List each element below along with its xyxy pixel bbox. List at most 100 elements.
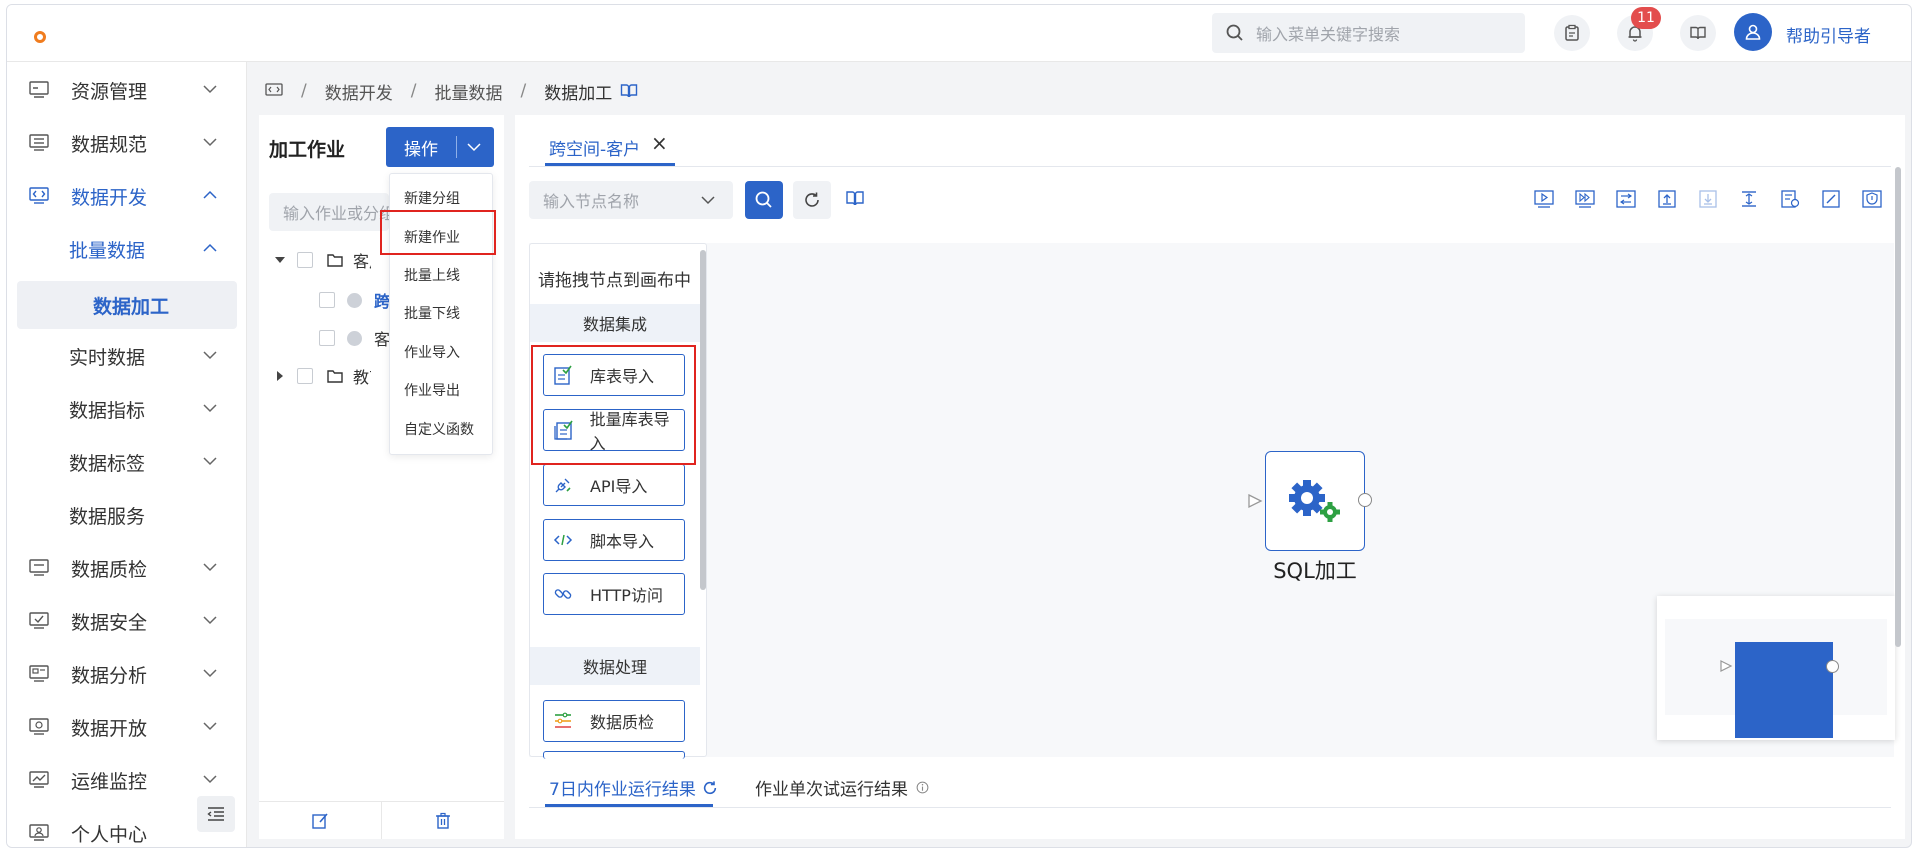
sidebar-collapse-button[interactable] — [197, 796, 235, 832]
node-search-button[interactable] — [745, 181, 783, 219]
palette-node-script-import[interactable]: 脚本导入 — [543, 519, 685, 561]
edit-button[interactable] — [259, 802, 382, 839]
tree-checkbox[interactable] — [297, 252, 313, 268]
tree-job-row[interactable]: 客户 — [259, 323, 392, 353]
app-frame: 输入菜单关键字搜索 11 帮助引导者 资源管理 数据规范 数据开发 批量数据 数… — [6, 4, 1912, 848]
chevron-down-icon — [203, 351, 217, 360]
quality-bars-icon — [552, 710, 574, 732]
run-icon[interactable] — [1532, 187, 1556, 211]
palette-node-api-import[interactable]: API导入 — [543, 464, 685, 506]
book-open-icon — [1690, 26, 1706, 40]
refresh-icon — [805, 192, 819, 207]
output-port-icon[interactable] — [1358, 493, 1372, 507]
sidebar-item-resource[interactable]: 资源管理 — [7, 68, 247, 112]
line-chart-icon — [29, 771, 49, 788]
palette-node-label: 脚本导入 — [590, 532, 655, 551]
tab-active[interactable]: 跨空间-客户 — [549, 135, 640, 160]
input-port-icon[interactable] — [1247, 493, 1263, 509]
flow-canvas[interactable]: 请拖拽节点到画布中 数据集成 库表导入 批量库表导入 API导入 脚本导入 HT… — [529, 243, 1895, 759]
tree-group-row[interactable]: 教育 — [259, 361, 371, 391]
sidebar-item-analysis[interactable]: 数据分析 — [7, 652, 247, 696]
run-all-icon[interactable] — [1573, 187, 1597, 211]
tree-job-row[interactable]: 跨空间-客户 — [259, 285, 392, 315]
align-icon[interactable] — [1737, 187, 1761, 211]
close-icon[interactable]: × — [651, 131, 668, 155]
book-open-icon[interactable] — [620, 83, 638, 99]
sidebar-item-development[interactable]: 数据开发 — [7, 174, 247, 218]
sidebar-item-open[interactable]: 数据开放 — [7, 705, 247, 749]
tree-checkbox[interactable] — [297, 368, 313, 384]
chevron-down-icon — [203, 669, 217, 678]
sidebar-item-security[interactable]: 数据安全 — [7, 599, 247, 643]
tree-label: 客户 — [353, 252, 371, 271]
caret-down-icon[interactable] — [275, 255, 285, 265]
operate-button[interactable]: 操作 — [386, 127, 494, 167]
tab-run-results-7d[interactable]: 7日内作业运行结果 — [549, 775, 718, 800]
minimap[interactable] — [1657, 596, 1895, 740]
palette-node-label: API导入 — [590, 477, 648, 496]
shield-icon[interactable] — [1860, 187, 1884, 211]
palette-node-data-quality[interactable]: 数据质检 — [543, 700, 685, 742]
info-icon — [916, 781, 929, 794]
breadcrumb-item[interactable]: 批量数据 — [434, 79, 502, 104]
caret-right-icon[interactable] — [275, 371, 285, 381]
tree-group-row[interactable]: 客户 — [259, 245, 371, 275]
menu-item-batch-offline[interactable]: 批量下线 — [404, 303, 460, 323]
tab-trial-run-result[interactable]: 作业单次试运行结果 — [755, 775, 929, 800]
sidebar-item-label: 数据分析 — [71, 664, 148, 687]
chevron-down-icon — [203, 722, 217, 731]
sidebar-item-label: 数据加工 — [93, 295, 170, 318]
sidebar-item-label: 批量数据 — [69, 239, 146, 262]
user-icon — [1745, 24, 1761, 40]
schedule-icon[interactable] — [1778, 187, 1802, 211]
workspace: 跨空间-客户 × 输入节点名称 请拖拽节点到画布中 数据集成 库表导入 批量库表… — [515, 115, 1905, 839]
sidebar-item-indicator[interactable]: 数据指标 — [7, 387, 247, 431]
manual-button[interactable] — [1680, 15, 1716, 51]
sidebar-item-quality[interactable]: 数据质检 — [7, 546, 247, 590]
notification-badge: 11 — [1631, 7, 1661, 29]
sidebar-item-standard[interactable]: 数据规范 — [7, 121, 247, 165]
clipboard-button[interactable] — [1554, 15, 1590, 51]
logo-icon — [34, 31, 46, 43]
palette-node-http-access[interactable]: HTTP访问 — [543, 573, 685, 615]
search-placeholder: 输入菜单关键字搜索 — [1256, 25, 1401, 44]
menu-item-job-export[interactable]: 作业导出 — [404, 380, 460, 400]
delete-button[interactable] — [382, 802, 504, 839]
code-icon — [265, 83, 283, 96]
link-icon — [552, 583, 574, 605]
canvas-scrollbar[interactable] — [1895, 167, 1901, 647]
breadcrumb: / 数据开发 / 批量数据 / 数据加工 — [265, 77, 638, 105]
sql-node-label: SQL加工 — [1273, 559, 1357, 583]
upload-icon[interactable] — [1655, 187, 1679, 211]
username-label[interactable]: 帮助引导者 — [1786, 22, 1871, 47]
refresh-icon[interactable] — [702, 780, 718, 796]
sql-node[interactable] — [1265, 451, 1365, 551]
menu-item-job-import[interactable]: 作业导入 — [404, 342, 460, 362]
plug-icon — [552, 474, 574, 496]
menu-search-input[interactable]: 输入菜单关键字搜索 — [1212, 13, 1525, 53]
refresh-button[interactable] — [793, 181, 831, 219]
swap-icon[interactable] — [1614, 187, 1638, 211]
sidebar-item-tag[interactable]: 数据标签 — [7, 440, 247, 484]
menu-item-new-group[interactable]: 新建分组 — [404, 188, 460, 208]
user-avatar[interactable] — [1734, 13, 1772, 51]
sidebar-item-realtime[interactable]: 实时数据 — [7, 334, 247, 378]
input-port-icon — [1720, 660, 1733, 672]
help-doc-button[interactable] — [845, 189, 865, 211]
sidebar-item-label: 数据规范 — [71, 133, 148, 156]
sidebar-item-service[interactable]: 数据服务 — [7, 493, 247, 537]
breadcrumb-item[interactable]: 数据开发 — [325, 79, 393, 104]
palette-scrollbar[interactable] — [700, 250, 706, 590]
sidebar-item-batch[interactable]: 批量数据 — [7, 227, 247, 271]
menu-item-custom-function[interactable]: 自定义函数 — [404, 419, 474, 439]
sidebar-item-processing[interactable]: 数据加工 — [17, 281, 237, 329]
chevron-up-icon — [203, 190, 217, 199]
search-icon — [1226, 24, 1243, 41]
tree-checkbox[interactable] — [319, 292, 335, 308]
tree-checkbox[interactable] — [319, 330, 335, 346]
job-search-input[interactable]: 输入作业或分组 — [269, 193, 389, 231]
node-search-select[interactable]: 输入节点名称 — [529, 181, 733, 219]
sidebar-item-label: 实时数据 — [69, 346, 146, 369]
edit-icon[interactable] — [1819, 187, 1843, 211]
menu-item-batch-online[interactable]: 批量上线 — [404, 265, 460, 285]
